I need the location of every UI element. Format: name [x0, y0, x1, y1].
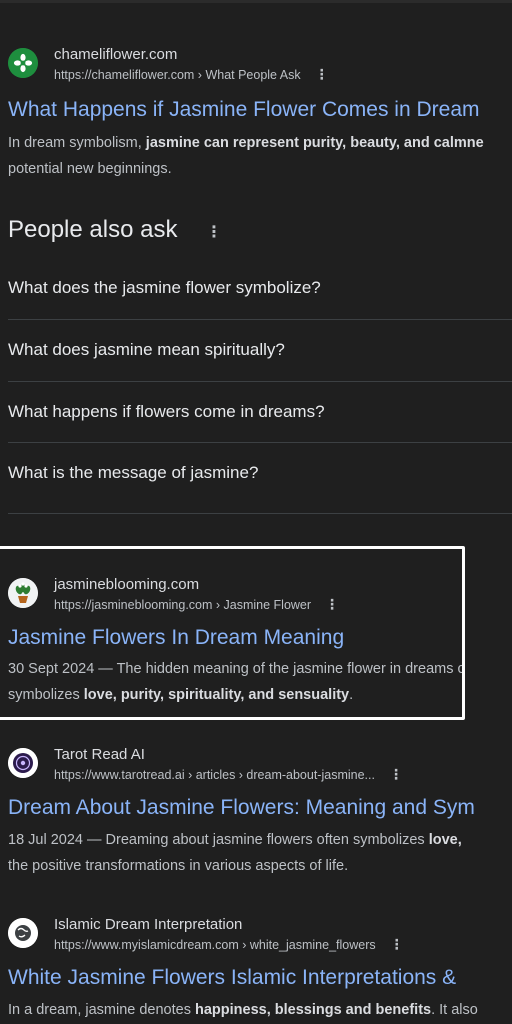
paa-more-options-icon[interactable]: ⋮ — [206, 222, 222, 242]
site-name: Tarot Read AI — [54, 746, 145, 763]
result-1-snippet-line-2: potential new beginnings. — [8, 161, 172, 177]
more-options-icon[interactable]: ⋮ — [389, 766, 403, 783]
paa-question[interactable]: What happens if flowers come in dreams? — [8, 382, 512, 442]
result-4-snippet-line-1: In a dream, jasmine denotes happiness, b… — [8, 997, 478, 1023]
result-2-title-link[interactable]: Jasmine Flowers In Dream Meaning — [8, 626, 344, 650]
url-text: https://www.myislamicdream.com › white_j… — [54, 938, 376, 952]
divider — [8, 513, 512, 514]
paa-question[interactable]: What does the jasmine flower symbolize? — [8, 258, 512, 318]
more-options-icon[interactable]: ⋮ — [325, 596, 339, 613]
snippet-bold: love, purity, spirituality, and sensuali… — [83, 687, 350, 703]
result-3-title-link[interactable]: Dream About Jasmine Flowers: Meaning and… — [8, 796, 475, 820]
globe-icon — [8, 918, 38, 948]
snippet-bold: love, — [428, 832, 462, 848]
result-4-source[interactable]: Islamic Dream Interpretation https://www… — [8, 916, 508, 952]
top-divider — [0, 0, 512, 3]
site-url: https://www.tarotread.ai › articles › dr… — [54, 766, 403, 783]
url-text: https://jasmineblooming.com › Jasmine Fl… — [54, 598, 312, 612]
potted-plant-icon — [8, 578, 38, 608]
snippet-bold: jasmine can represent purity, beauty, an… — [145, 135, 484, 151]
result-2-snippet-line-1: 30 Sept 2024 — The hidden meaning of the… — [8, 661, 465, 677]
site-name: jasmineblooming.com — [54, 576, 200, 593]
snippet-bold: happiness, blessings and benefits — [195, 1002, 432, 1018]
more-options-icon[interactable]: ⋮ — [315, 66, 329, 83]
result-1-title-link[interactable]: What Happens if Jasmine Flower Comes in … — [8, 98, 480, 122]
url-text: https://chameliflower.com › What People … — [54, 68, 301, 82]
flower-icon — [8, 48, 38, 78]
result-1-source[interactable]: chameliflower.com https://chameliflower.… — [8, 46, 508, 82]
result-2-source[interactable]: jasmineblooming.com https://jasminebloom… — [8, 576, 508, 612]
site-url: https://jasmineblooming.com › Jasmine Fl… — [54, 596, 339, 613]
paa-question[interactable]: What is the message of jasmine? — [8, 443, 512, 503]
snippet-text: . — [349, 687, 354, 703]
snippet-text: In a dream, jasmine denotes — [8, 1002, 195, 1018]
result-2-snippet-line-2: symbolizes love, purity, spirituality, a… — [8, 682, 353, 708]
snippet-text: . It also — [431, 1002, 478, 1018]
result-1-snippet-line-1: In dream symbolism, jasmine can represen… — [8, 130, 484, 156]
snippet-text: In dream symbolism, — [8, 135, 146, 151]
paa-heading: People also ask — [8, 216, 178, 243]
paa-question[interactable]: What does jasmine mean spiritually? — [8, 320, 512, 380]
site-url: https://chameliflower.com › What People … — [54, 66, 329, 83]
more-options-icon[interactable]: ⋮ — [390, 936, 404, 953]
result-3-snippet-line-1: 18 Jul 2024 — Dreaming about jasmine flo… — [8, 827, 462, 853]
snippet-text: symbolizes — [8, 687, 84, 703]
result-3-snippet-line-2: the positive transformations in various … — [8, 858, 349, 874]
snippet-text: 18 Jul 2024 — Dreaming about jasmine flo… — [8, 832, 429, 848]
site-url: https://www.myislamicdream.com › white_j… — [54, 936, 404, 953]
url-text: https://www.tarotread.ai › articles › dr… — [54, 768, 375, 782]
tarot-icon — [8, 748, 38, 778]
site-name: Islamic Dream Interpretation — [54, 916, 243, 933]
result-4-title-link[interactable]: White Jasmine Flowers Islamic Interpreta… — [8, 966, 456, 990]
result-3-source[interactable]: Tarot Read AI https://www.tarotread.ai ›… — [8, 746, 508, 782]
site-name: chameliflower.com — [54, 46, 178, 63]
